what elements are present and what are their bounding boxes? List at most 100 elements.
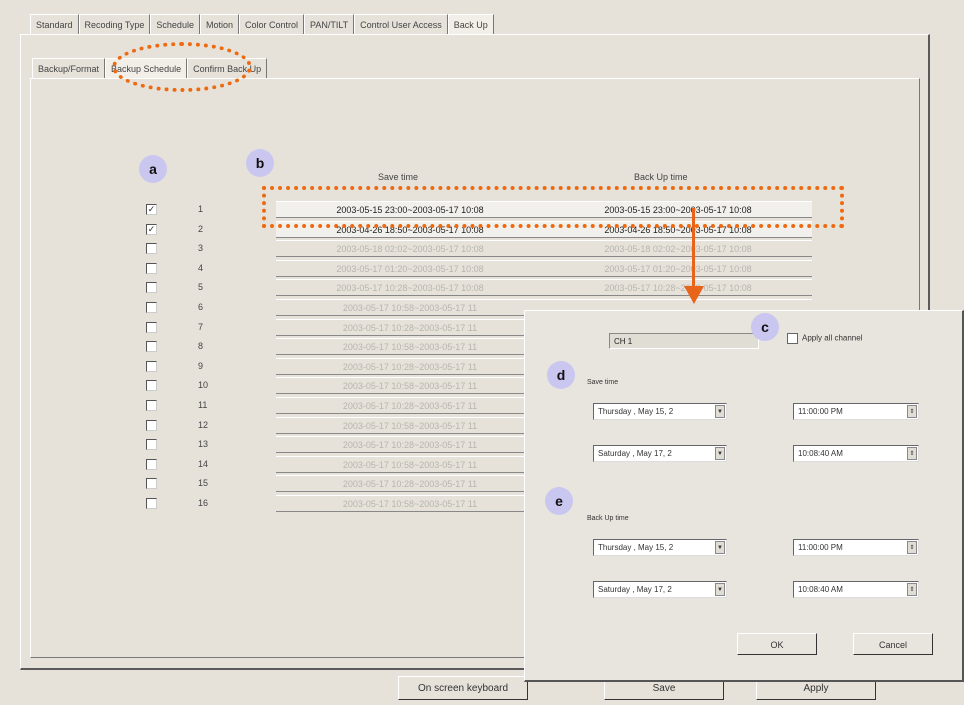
row-number: 14: [198, 459, 209, 469]
callout-arrow-head: [684, 286, 704, 304]
save-time-cell: 2003-05-17 10:58~2003-05-17 11: [342, 342, 478, 352]
channel-field[interactable]: CH 1: [609, 333, 759, 349]
save-time-cell: 2003-05-17 01:20~2003-05-17 10:08: [336, 264, 484, 274]
ok-button[interactable]: OK: [737, 633, 817, 655]
save-time-cell: 2003-05-17 10:28~2003-05-17 11: [342, 362, 478, 372]
save-time-cell: 2003-05-17 10:28~2003-05-17 10:08: [336, 283, 484, 293]
subtab-highlight-ellipse: [112, 42, 252, 92]
row-number: 13: [198, 439, 209, 449]
save-time-cell: 2003-05-17 10:58~2003-05-17 11: [342, 460, 478, 470]
row-number: 2: [198, 224, 204, 234]
save-start-time-picker[interactable]: 11:00:00 PM ⇕: [793, 403, 919, 420]
row-highlight-box: [262, 186, 844, 228]
save-end-date-picker[interactable]: Saturday , May 17, 2 ▼: [593, 445, 727, 462]
save-end-date: Saturday , May 17, 2: [598, 449, 672, 458]
tab-schedule[interactable]: Schedule: [150, 14, 200, 34]
backup-start-date: Thursday , May 15, 2: [598, 543, 674, 552]
backup-start-time: 11:00:00 PM: [798, 543, 843, 552]
row-checkbox[interactable]: [146, 478, 157, 489]
dropdown-icon[interactable]: ▼: [715, 541, 725, 554]
row-checkbox[interactable]: [146, 380, 157, 391]
spin-icon[interactable]: ⇕: [907, 405, 917, 418]
save-start-date: Thursday , May 15, 2: [598, 407, 674, 416]
backup-end-date: Saturday , May 17, 2: [598, 585, 672, 594]
row-number: 3: [198, 243, 204, 253]
tab-back-up[interactable]: Back Up: [447, 14, 494, 34]
save-start-date-picker[interactable]: Thursday , May 15, 2 ▼: [593, 403, 727, 420]
table-row[interactable]: 2003-05-17 01:20~2003-05-17 10:08 2003-05…: [276, 260, 812, 277]
backup-settings-window: Standard Recoding Type Schedule Motion C…: [0, 0, 964, 705]
backup-time-cell: 2003-05-17 10:28~2003-05-17 10:08: [604, 283, 752, 293]
save-time-cell: 2003-05-17 10:58~2003-05-17 11: [342, 499, 478, 509]
backup-end-time: 10:08:40 AM: [798, 585, 843, 594]
save-time-cell: 2003-05-17 10:58~2003-05-17 11: [342, 303, 478, 313]
tab-standard[interactable]: Standard: [30, 14, 79, 34]
row-checkbox[interactable]: [146, 263, 157, 274]
backup-time-cell: 2003-05-17 01:20~2003-05-17 10:08: [604, 264, 752, 274]
row-checkbox[interactable]: ✓: [146, 224, 157, 235]
table-row[interactable]: 2003-05-17 10:28~2003-05-17 10:08 2003-05…: [276, 279, 812, 296]
label-d: d: [547, 361, 575, 389]
tab-color-control[interactable]: Color Control: [238, 14, 304, 34]
cancel-button[interactable]: Cancel: [853, 633, 933, 655]
save-time-cell: 2003-05-18 02:02~2003-05-17 10:08: [336, 244, 484, 254]
main-tab-bar: Standard Recoding Type Schedule Motion C…: [30, 14, 494, 34]
row-number: 1: [198, 204, 204, 214]
row-checkbox[interactable]: [146, 498, 157, 509]
dropdown-icon[interactable]: ▼: [715, 447, 725, 460]
row-checkbox[interactable]: [146, 341, 157, 352]
tab-pan-tilt[interactable]: PAN/TILT: [304, 14, 355, 34]
row-checkbox[interactable]: [146, 302, 157, 313]
row-number: 12: [198, 420, 209, 430]
row-number: 9: [198, 361, 204, 371]
save-time-label: Save time: [587, 379, 619, 386]
row-checkbox[interactable]: [146, 322, 157, 333]
save-time-cell: 2003-05-17 10:28~2003-05-17 11: [342, 323, 478, 333]
label-c: c: [751, 313, 779, 341]
row-checkbox[interactable]: [146, 420, 157, 431]
backup-time-cell: 2003-05-18 02:02~2003-05-17 10:08: [604, 244, 752, 254]
backup-start-time-picker[interactable]: 11:00:00 PM ⇕: [793, 539, 919, 556]
row-number: 5: [198, 282, 204, 292]
row-checkbox[interactable]: [146, 400, 157, 411]
backup-time-header: Back Up time: [634, 172, 688, 182]
save-time-header: Save time: [378, 172, 419, 182]
save-end-time: 10:08:40 AM: [798, 449, 843, 458]
backup-end-time-picker[interactable]: 10:08:40 AM ⇕: [793, 581, 919, 598]
row-number: 11: [198, 400, 208, 410]
row-number: 7: [198, 322, 204, 332]
save-start-time: 11:00:00 PM: [798, 407, 843, 416]
row-checkbox[interactable]: [146, 361, 157, 372]
save-time-cell: 2003-05-17 10:58~2003-05-17 11: [342, 381, 478, 391]
spin-icon[interactable]: ⇕: [907, 541, 917, 554]
apply-all-channel-checkbox[interactable]: Apply all channel: [787, 333, 862, 344]
channel-schedule-dialog: CH 1 c Apply all channel d Save time Thu…: [524, 310, 964, 682]
label-e: e: [545, 487, 573, 515]
save-time-cell: 2003-05-17 10:28~2003-05-17 11: [342, 440, 478, 450]
dropdown-icon[interactable]: ▼: [715, 405, 725, 418]
table-row[interactable]: 2003-05-18 02:02~2003-05-17 10:08 2003-05…: [276, 240, 812, 257]
row-checkbox[interactable]: ✓: [146, 204, 157, 215]
row-checkbox[interactable]: [146, 243, 157, 254]
spin-icon[interactable]: ⇕: [907, 447, 917, 460]
label-b: b: [246, 149, 274, 177]
save-time-cell: 2003-05-17 10:28~2003-05-17 11: [342, 479, 478, 489]
backup-start-date-picker[interactable]: Thursday , May 15, 2 ▼: [593, 539, 727, 556]
row-number: 4: [198, 263, 204, 273]
row-number: 15: [198, 478, 209, 488]
row-checkbox[interactable]: [146, 459, 157, 470]
tab-control-user-access[interactable]: Control User Access: [354, 14, 448, 34]
backup-end-date-picker[interactable]: Saturday , May 17, 2 ▼: [593, 581, 727, 598]
tab-recording-type[interactable]: Recoding Type: [78, 14, 151, 34]
on-screen-keyboard-button[interactable]: On screen keyboard: [398, 676, 528, 700]
row-checkbox[interactable]: [146, 282, 157, 293]
row-checkbox[interactable]: [146, 439, 157, 450]
save-end-time-picker[interactable]: 10:08:40 AM ⇕: [793, 445, 919, 462]
subtab-backup-format[interactable]: Backup/Format: [32, 58, 106, 78]
row-number: 10: [198, 380, 209, 390]
dropdown-icon[interactable]: ▼: [715, 583, 725, 596]
label-a: a: [139, 155, 167, 183]
apply-all-label: Apply all channel: [802, 333, 863, 343]
tab-motion[interactable]: Motion: [199, 14, 239, 34]
spin-icon[interactable]: ⇕: [907, 583, 917, 596]
